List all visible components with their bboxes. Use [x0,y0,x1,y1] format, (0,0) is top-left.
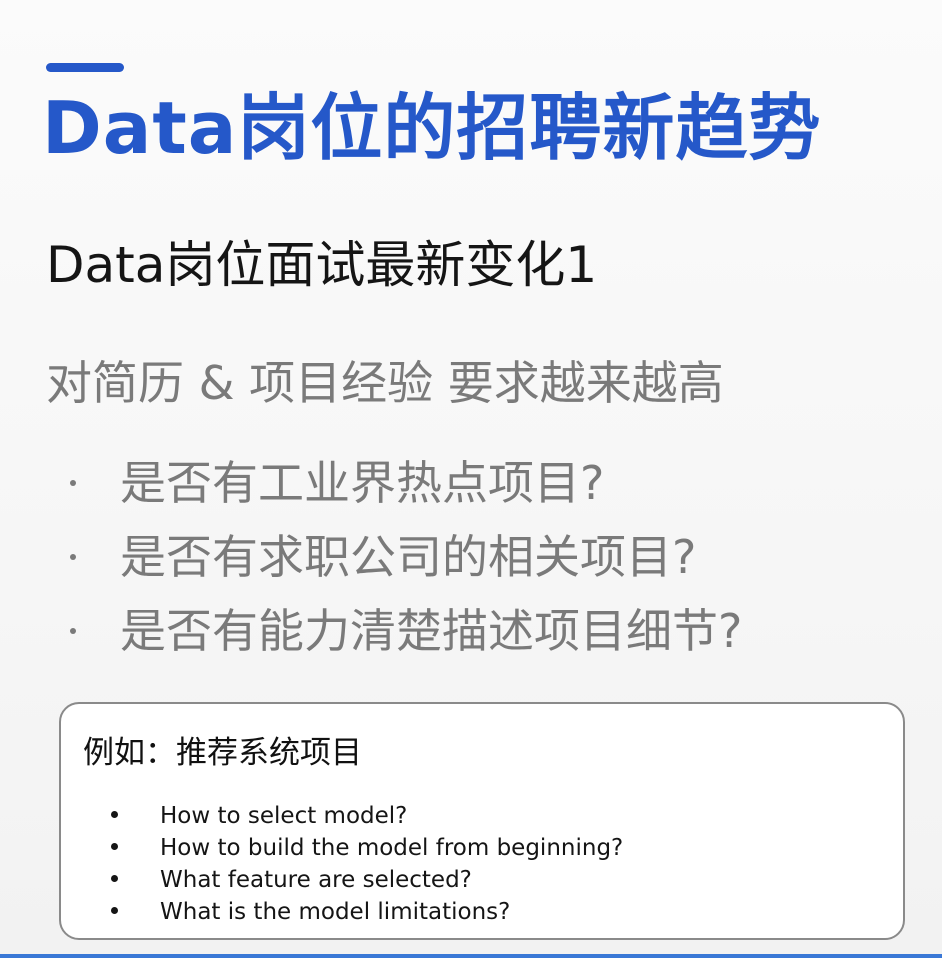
example-item: How to select model? [111,800,623,832]
question-text: 是否有能力清楚描述项目细节? [120,604,743,658]
bullet-dot-icon [70,479,76,486]
slide: Data岗位的招聘新趋势 Data岗位面试最新变化1 对简历 & 项目经验 要求… [0,0,942,958]
question-text: 是否有工业界热点项目? [120,456,605,510]
example-item: How to build the model from beginning? [111,832,623,864]
slide-title: Data岗位的招聘新趋势 [42,86,822,170]
example-item-text: How to build the model from beginning? [160,835,624,861]
bullet-dot-icon [111,875,118,882]
example-item-text: What feature are selected? [160,867,472,893]
question-text: 是否有求职公司的相关项目? [120,530,697,584]
example-heading: 例如：推荐系统项目 [83,735,362,771]
example-item-text: How to select model? [160,803,408,829]
example-item-text: What is the model limitations? [160,899,511,925]
requirement-text: 对简历 & 项目经验 要求越来越高 [46,356,724,410]
example-box: 例如：推荐系统项目 How to select model? How to bu… [59,702,905,940]
bullet-dot-icon [70,627,76,634]
question-item: 是否有能力清楚描述项目细节? [70,594,742,668]
bullet-dot-icon [70,553,76,560]
question-item: 是否有工业界热点项目? [70,446,742,520]
title-accent-bar [46,63,124,72]
example-item: What feature are selected? [111,864,623,896]
bullet-dot-icon [111,907,118,914]
question-item: 是否有求职公司的相关项目? [70,520,742,594]
example-item: What is the model limitations? [111,896,623,928]
example-list: How to select model? How to build the mo… [111,800,623,928]
question-list: 是否有工业界热点项目? 是否有求职公司的相关项目? 是否有能力清楚描述项目细节? [70,446,742,668]
bullet-dot-icon [111,843,118,850]
slide-subtitle: Data岗位面试最新变化1 [46,236,598,294]
bullet-dot-icon [111,811,118,818]
bottom-accent-line [0,954,942,958]
